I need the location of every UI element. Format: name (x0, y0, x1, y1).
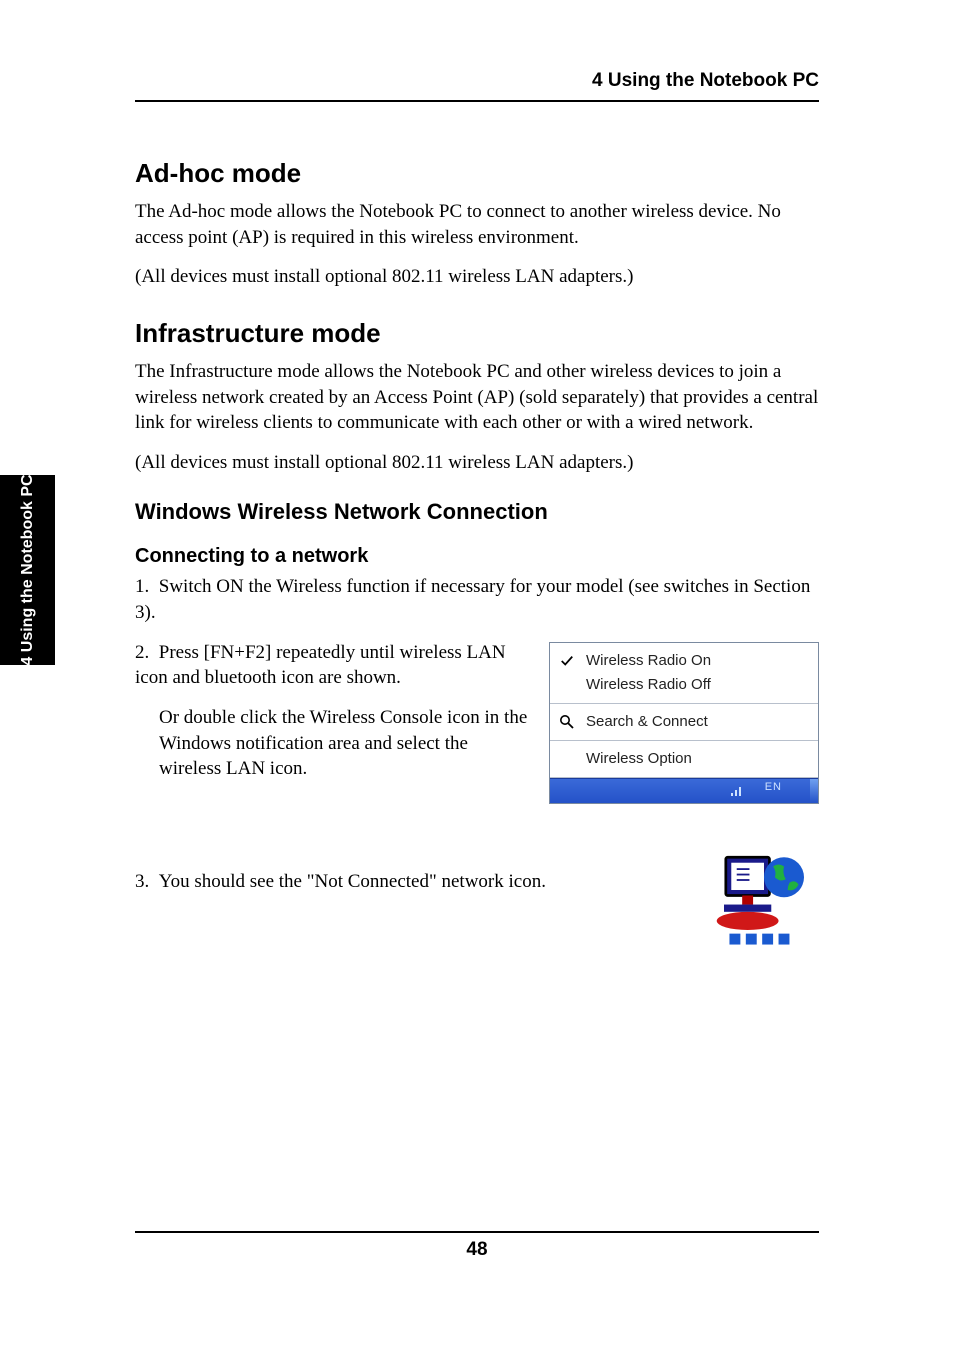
taskbar-strip: EN (550, 778, 818, 803)
tray-wireless-icon[interactable] (730, 784, 742, 796)
heading-connecting: Connecting to a network (135, 545, 819, 568)
menu-item-search-connect-label: Search & Connect (586, 713, 708, 730)
text-adhoc: The Ad-hoc mode allows the Notebook PC t… (135, 199, 819, 250)
text-infra: The Infrastructure mode allows the Noteb… (135, 359, 819, 436)
taskbar-lang[interactable]: EN (765, 781, 782, 793)
taskbar-edge (810, 779, 818, 803)
step-2-text: Press [FN+F2] repeatedly until wireless … (135, 642, 506, 689)
menu-item-search-connect[interactable]: Search & Connect (550, 710, 818, 734)
footer-rule (135, 1231, 819, 1233)
section-header: 4 Using the Notebook PC (135, 70, 819, 92)
menu-item-radio-off-label: Wireless Radio Off (586, 676, 711, 693)
menu-item-radio-off[interactable]: Wireless Radio Off (550, 673, 818, 697)
heading-adhoc: Ad-hoc mode (135, 158, 819, 189)
step-1-text: Switch ON the Wireless function if neces… (135, 576, 810, 623)
side-tab: 4 Using the Notebook PC (0, 475, 55, 665)
side-tab-label: 4 Using the Notebook PC (19, 474, 37, 665)
menu-item-radio-on-label: Wireless Radio On (586, 652, 711, 669)
step-2b: Or double click the Wireless Console ico… (159, 705, 529, 782)
menu-item-radio-on[interactable]: Wireless Radio On (550, 649, 818, 673)
step-3-text: You should see the "Not Connected" netwo… (159, 871, 546, 892)
menu-item-wireless-option[interactable]: Wireless Option (550, 747, 818, 771)
page-number: 48 (135, 1239, 819, 1261)
wireless-lan-icon (709, 850, 819, 955)
wireless-context-menu: Wireless Radio On Wireless Radio Off (549, 642, 819, 804)
empty-icon (556, 676, 578, 694)
header-rule (135, 100, 819, 102)
menu-item-wireless-option-label: Wireless Option (586, 750, 692, 767)
step-1: 1. Switch ON the Wireless function if ne… (135, 574, 819, 625)
empty-icon (556, 750, 578, 768)
magnifier-icon (556, 713, 578, 731)
check-icon (556, 652, 578, 670)
text-note-mode-2: (All devices must install optional 802.1… (135, 450, 819, 476)
step-2: 2. Press [FN+F2] repeatedly until wirele… (135, 640, 529, 691)
step-3: 3. You should see the "Not Connected" ne… (135, 869, 691, 895)
heading-wlan-conn: Windows Wireless Network Connection (135, 499, 819, 525)
heading-infra: Infrastructure mode (135, 318, 819, 349)
text-note-mode: (All devices must install optional 802.1… (135, 264, 819, 290)
